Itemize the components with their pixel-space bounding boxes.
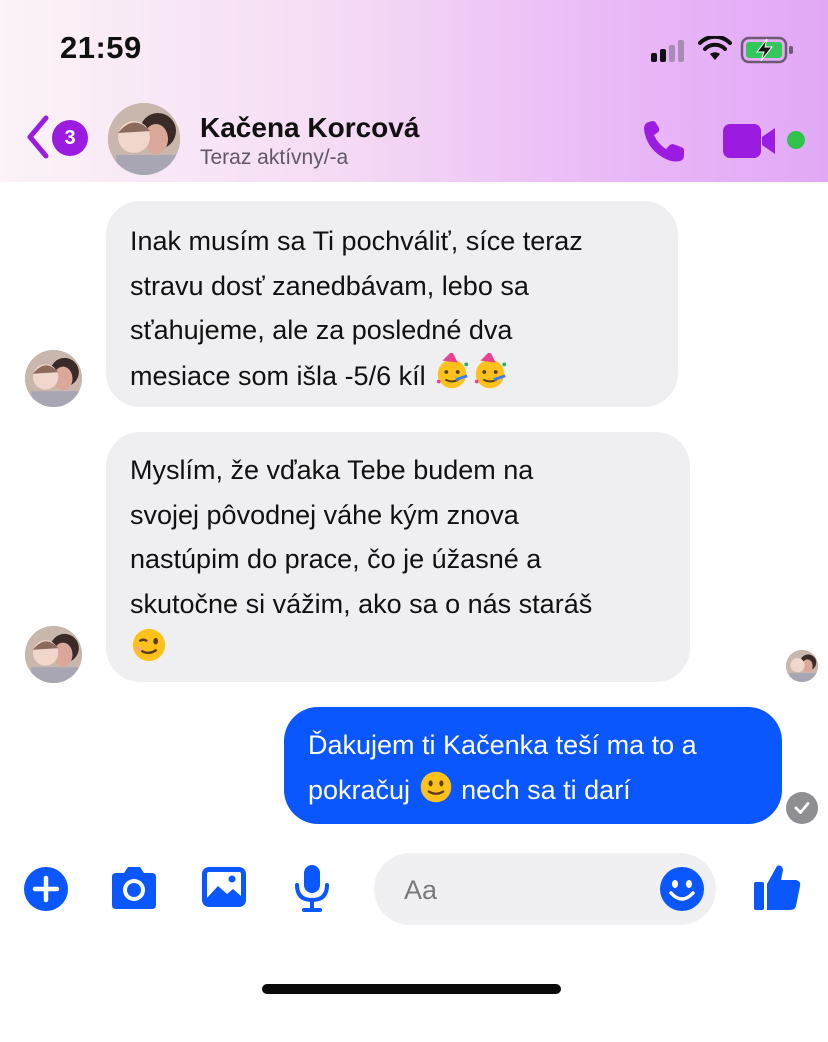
message-text: nech sa ti darí xyxy=(461,774,631,805)
message-text: mesiace som išla -5/6 kíl xyxy=(130,360,426,391)
message-text: Ďakujem ti Kačenka teší ma to a xyxy=(308,730,697,760)
message-line: mesiace som išla -5/6 kíl xyxy=(130,352,654,399)
avatar[interactable] xyxy=(108,103,180,175)
slightly-smiling-face-emoji xyxy=(420,771,451,802)
partying-face-emoji xyxy=(474,352,507,388)
partying-face-emoji xyxy=(436,352,469,388)
message-text: stravu dosť zanedbávam, lebo sa xyxy=(130,270,529,301)
message-bubble-outgoing[interactable]: Ďakujem ti Kačenka teší ma to a pokračuj… xyxy=(284,707,782,824)
message-text: Myslím, že vďaka Tebe budem na xyxy=(130,455,534,485)
message-line: pokračuj nech sa ti darí xyxy=(308,768,758,813)
video-camera-icon[interactable] xyxy=(722,122,778,160)
battery-charging-icon xyxy=(740,36,793,64)
message-input[interactable] xyxy=(402,869,656,911)
status-time: 21:59 xyxy=(60,30,142,65)
home-indicator xyxy=(262,984,561,994)
seen-avatar xyxy=(786,650,818,682)
cellular-signal-icon xyxy=(651,40,691,62)
image-icon[interactable] xyxy=(200,864,248,910)
avatar[interactable] xyxy=(25,350,82,407)
plus-icon[interactable] xyxy=(22,865,70,913)
message-line xyxy=(130,626,666,672)
message-bubble-incoming[interactable]: Myslím, že vďaka Tebe budem na svojej pô… xyxy=(106,432,690,682)
winking-face-emoji xyxy=(132,628,166,662)
message-text: sťahujeme, ale za posledné dva xyxy=(130,315,513,345)
message-text: nastúpim do prace, čo je úžasné a xyxy=(130,544,542,574)
unread-count-badge[interactable]: 3 xyxy=(52,120,88,156)
message-text: svojej pôvodnej váhe kým znova xyxy=(130,499,519,530)
thumbs-up-icon[interactable] xyxy=(752,862,802,912)
camera-icon[interactable] xyxy=(108,865,160,911)
read-receipt-icon xyxy=(786,792,818,824)
contact-name[interactable]: Kačena Korcová xyxy=(200,112,419,144)
contact-status: Teraz aktívny/-a xyxy=(200,146,349,169)
wifi-icon xyxy=(698,36,732,60)
phone-icon[interactable] xyxy=(640,117,688,165)
message-text: skutočne si vážim, ako sa o nás staráš xyxy=(130,588,593,619)
message-text: pokračuj xyxy=(308,774,411,805)
microphone-icon[interactable] xyxy=(292,863,332,913)
message-text: Inak musím sa Ti pochváliť, síce teraz xyxy=(130,226,583,256)
emoji-icon[interactable] xyxy=(658,865,706,913)
online-dot xyxy=(787,131,805,149)
message-input-container[interactable] xyxy=(374,853,716,925)
message-bubble-incoming[interactable]: Inak musím sa Ti pochváliť, síce teraz s… xyxy=(106,201,678,407)
avatar[interactable] xyxy=(25,626,82,683)
